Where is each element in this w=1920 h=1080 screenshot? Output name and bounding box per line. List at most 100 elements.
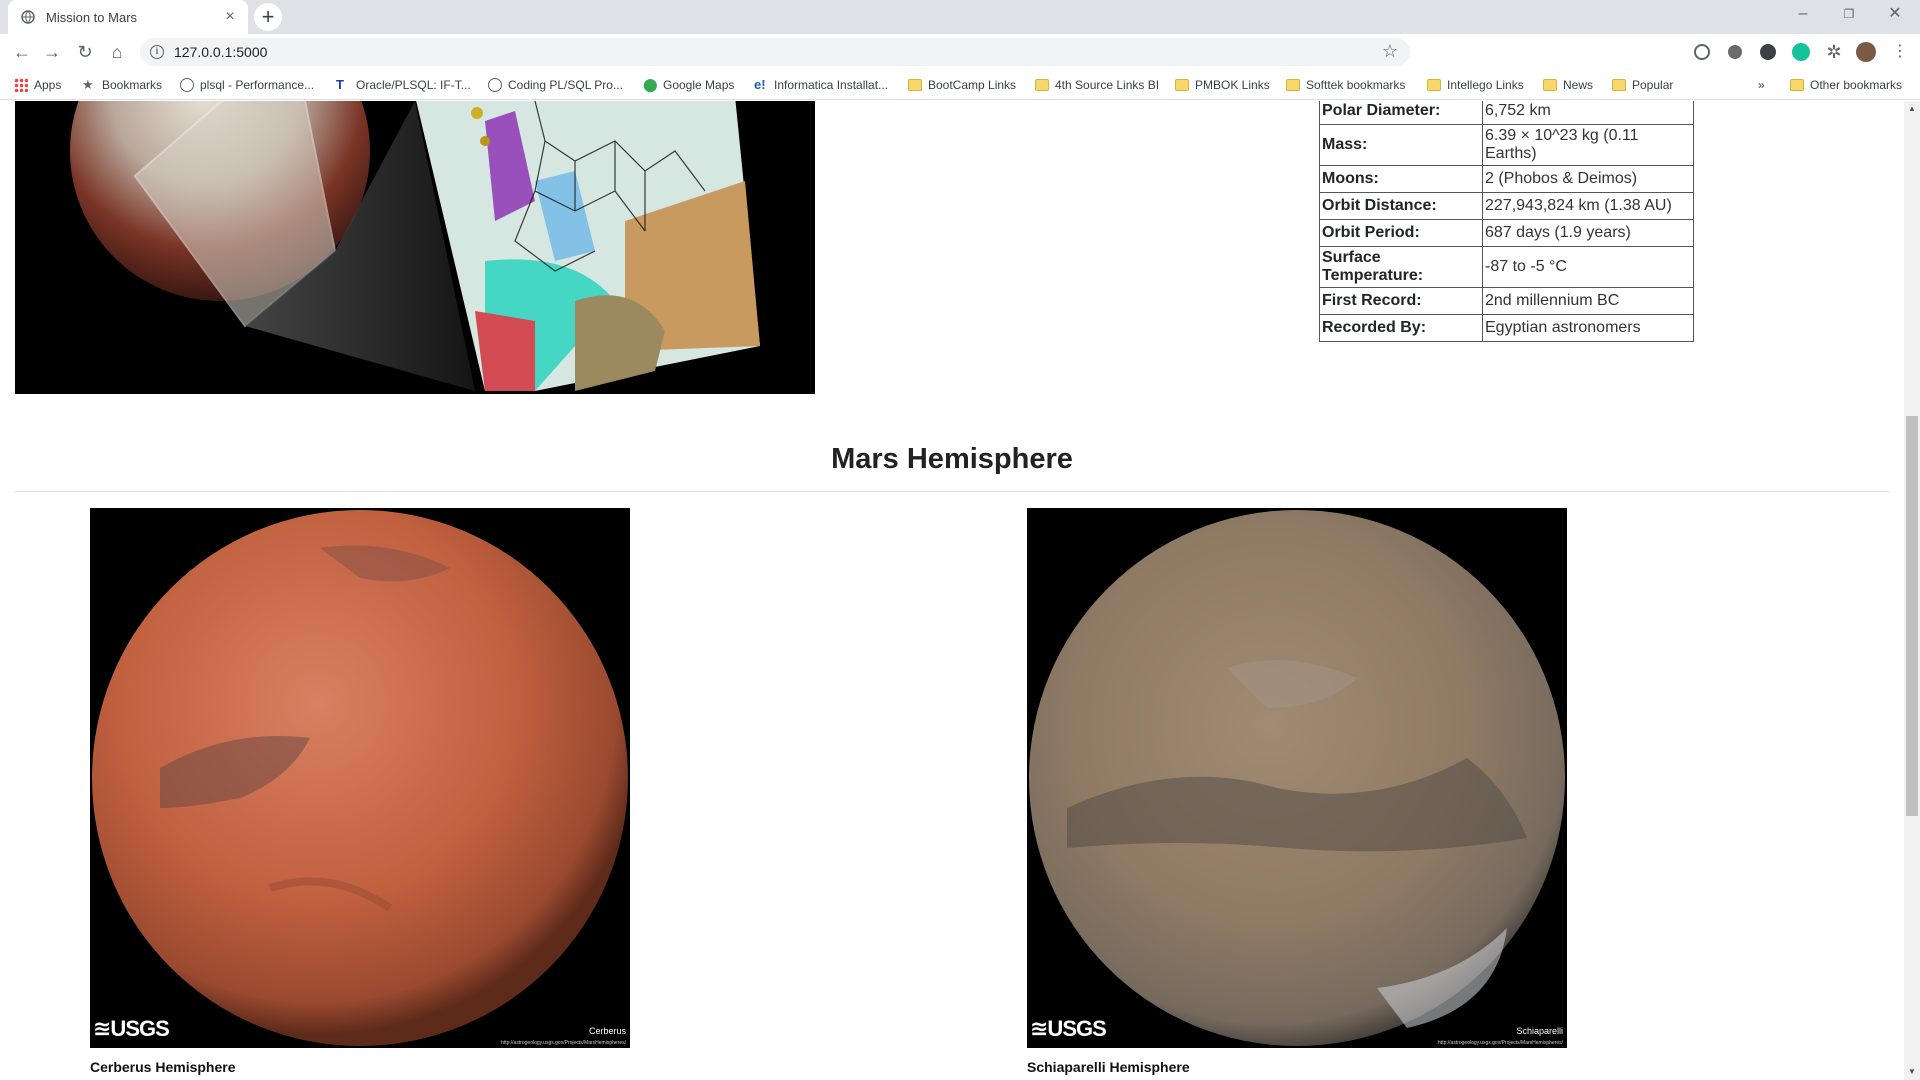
extension-circle-icon[interactable] — [1728, 45, 1742, 59]
bookmark-intellego[interactable]: Intellego Links — [1427, 76, 1524, 94]
fact-value: 6.39 × 10^23 kg (0.11 Earths) — [1482, 124, 1694, 166]
facts-row: First Record: 2nd millennium BC — [1319, 287, 1694, 315]
back-button[interactable]: ← — [8, 38, 36, 66]
bookmark-pmbok[interactable]: PMBOK Links — [1175, 76, 1270, 94]
facts-row: Moons: 2 (Phobos & Deimos) — [1319, 165, 1694, 193]
forward-button[interactable]: → — [38, 38, 66, 66]
fact-value: 2 (Phobos & Deimos) — [1482, 165, 1694, 193]
fact-value: Egyptian astronomers — [1482, 314, 1694, 342]
facts-row: Surface Temperature: -87 to -5 °C — [1319, 246, 1694, 288]
tab-strip: Mission to Mars × + – ❐ ✕ — [0, 0, 1920, 34]
folder-icon — [1286, 79, 1300, 91]
bookmark-plsql-performance[interactable]: plsql - Performance... — [180, 76, 314, 94]
bookmark-informatica[interactable]: e! Informatica Installat... — [754, 76, 888, 94]
vertical-scrollbar[interactable]: ▲ ▼ — [1904, 101, 1920, 1080]
globe-icon — [20, 9, 36, 25]
hemisphere-caption-schiaparelli: Schiaparelli Hemisphere — [1027, 1059, 1190, 1075]
folder-icon — [1427, 79, 1441, 91]
mars-facts-table: Polar Diameter: 6,752 km Mass: 6.39 × 10^23… — [1319, 101, 1694, 342]
usgs-logo: ≊USGS — [93, 1016, 170, 1041]
map-pin-icon: ⬤ — [643, 77, 658, 92]
facts-row: Mass: 6.39 × 10^23 kg (0.11 Earths) — [1319, 124, 1694, 166]
bookmarks-overflow-button[interactable]: » — [1758, 76, 1765, 94]
fact-label: Orbit Period: — [1319, 219, 1483, 247]
bookmark-oracle-plsql[interactable]: T Oracle/PLSQL: IF-T... — [336, 76, 471, 94]
star-icon: ★ — [82, 77, 94, 92]
hemisphere-caption-cerberus: Cerberus Hemisphere — [90, 1059, 236, 1075]
featured-image — [15, 101, 815, 394]
section-divider — [15, 491, 1889, 492]
star-icon[interactable]: ☆ — [1382, 41, 1398, 62]
tab-title: Mission to Mars — [46, 9, 138, 25]
fact-value: -87 to -5 °C — [1482, 246, 1694, 288]
url-text: 127.0.0.1:5000 — [174, 44, 268, 60]
fact-label: Polar Diameter: — [1319, 101, 1483, 125]
restore-button[interactable]: ❐ — [1826, 0, 1872, 28]
extensions-puzzle-icon[interactable]: ✲ — [1820, 38, 1848, 66]
bookmark-softtek[interactable]: Softtek bookmarks — [1286, 76, 1405, 94]
bookmark-popular[interactable]: Popular — [1612, 76, 1673, 94]
image-url-text: http://astrogeology.usgs.gov/Projects/Ma… — [1438, 1040, 1563, 1046]
bookmark-coding-plsql[interactable]: Coding PL/SQL Pro... — [488, 76, 623, 94]
bookmark-4th-source[interactable]: 4th Source Links BI — [1035, 76, 1159, 94]
reload-button[interactable]: ↻ — [71, 38, 99, 66]
extension-dark-mode-icon[interactable] — [1760, 44, 1776, 60]
globe-icon — [488, 78, 502, 92]
fact-value: 6,752 km — [1482, 101, 1694, 125]
folder-icon — [908, 79, 922, 91]
bookmark-bookmarks[interactable]: ★ Bookmarks — [82, 76, 162, 94]
image-url-text: http://astrogeology.usgs.gov/Projects/Ma… — [501, 1040, 626, 1046]
fact-label: First Record: — [1319, 287, 1483, 315]
fact-label: Mass: — [1319, 124, 1483, 166]
page-viewport: Polar Diameter: 6,752 km Mass: 6.39 × 10^23… — [0, 101, 1904, 1080]
info-icon[interactable]: i — [150, 45, 164, 59]
folder-icon — [1035, 79, 1049, 91]
fact-label: Orbit Distance: — [1319, 192, 1483, 220]
folder-icon — [1175, 79, 1189, 91]
fact-value: 2nd millennium BC — [1482, 287, 1694, 315]
bookmark-bootcamp-links[interactable]: BootCamp Links — [908, 76, 1016, 94]
image-label: Cerberus — [588, 1026, 626, 1036]
apps-grid-icon — [14, 78, 28, 92]
fact-value: 687 days (1.9 years) — [1482, 219, 1694, 247]
address-bar[interactable]: i 127.0.0.1:5000 ☆ — [140, 38, 1410, 66]
bookmark-news[interactable]: News — [1543, 76, 1593, 94]
fact-value: 227,943,824 km (1.38 AU) — [1482, 192, 1694, 220]
menu-dots-icon[interactable]: ⋮ — [1886, 38, 1914, 66]
bookmark-apps[interactable]: Apps — [14, 76, 61, 94]
bookmark-google-maps[interactable]: ⬤ Google Maps — [643, 76, 734, 94]
scroll-down-arrow-icon[interactable]: ▼ — [1904, 1064, 1920, 1080]
fact-label: Surface Temperature: — [1319, 246, 1483, 288]
extension-gauge-icon[interactable] — [1694, 44, 1710, 60]
usgs-logo: ≊USGS — [1030, 1016, 1107, 1041]
hemisphere-image-schiaparelli[interactable]: ≊USGS Schiaparelli http://astrogeology.u… — [1027, 508, 1567, 1048]
close-tab-icon[interactable]: × — [222, 9, 238, 25]
hemisphere-section-title: Mars Hemisphere — [831, 443, 1073, 475]
scrollbar-thumb[interactable] — [1906, 416, 1918, 816]
browser-tab[interactable]: Mission to Mars × — [8, 0, 248, 34]
other-bookmarks-folder[interactable]: Other bookmarks — [1790, 76, 1902, 94]
minimize-button[interactable]: – — [1780, 0, 1826, 28]
image-label: Schiaparelli — [1516, 1026, 1563, 1036]
folder-icon — [1612, 79, 1626, 91]
facts-row: Orbit Period: 687 days (1.9 years) — [1319, 219, 1694, 247]
fact-label: Recorded By: — [1319, 314, 1483, 342]
new-tab-button[interactable]: + — [254, 3, 282, 31]
t-logo-icon: T — [336, 77, 344, 92]
facts-row: Polar Diameter: 6,752 km — [1319, 101, 1694, 125]
close-window-button[interactable]: ✕ — [1872, 0, 1918, 28]
e-logo-icon: e! — [754, 77, 766, 92]
browser-toolbar: ← → ↻ ⌂ i 127.0.0.1:5000 ☆ ✲ ⋮ — [0, 34, 1920, 70]
avatar[interactable] — [1856, 42, 1876, 62]
facts-row: Orbit Distance: 227,943,824 km (1.38 AU) — [1319, 192, 1694, 220]
facts-row: Recorded By: Egyptian astronomers — [1319, 314, 1694, 342]
folder-icon — [1543, 79, 1557, 91]
folder-icon — [1790, 79, 1804, 91]
bookmarks-bar: Apps ★ Bookmarks plsql - Performance... … — [0, 70, 1920, 100]
fact-label: Moons: — [1319, 165, 1483, 193]
globe-icon — [180, 78, 194, 92]
hemisphere-image-cerberus[interactable]: ≊USGS Cerberus http://astrogeology.usgs.… — [90, 508, 630, 1048]
home-button[interactable]: ⌂ — [103, 38, 131, 66]
scroll-up-arrow-icon[interactable]: ▲ — [1904, 101, 1920, 117]
grammarly-icon[interactable] — [1792, 43, 1810, 61]
